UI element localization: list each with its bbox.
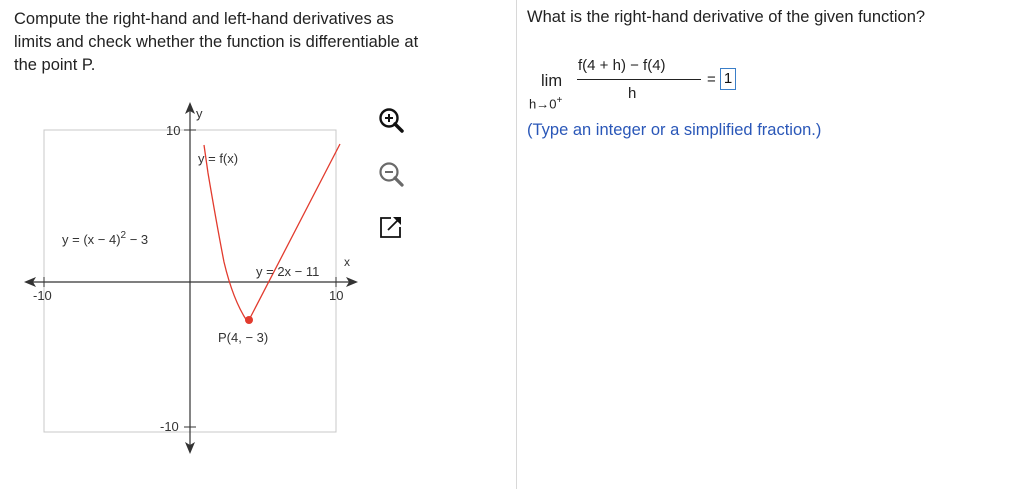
- point-p: [245, 316, 253, 324]
- limit-formula: f(4 + h) − f(4) h lim h→0+ = 1: [527, 50, 927, 120]
- problem-statement: Compute the right-hand and left-hand der…: [14, 8, 509, 77]
- lim-operator: lim: [541, 72, 563, 90]
- lim-subscript-text: h→0: [529, 96, 557, 112]
- left-piece-label: y = (x − 4)2 − 3: [62, 230, 148, 247]
- tick-label-x-neg: -10: [33, 288, 52, 303]
- left-piece-tail: − 3: [126, 232, 148, 247]
- equals-sign: =: [707, 71, 716, 88]
- curve-right-piece: [248, 143, 341, 321]
- tick-label-y-pos: 10: [166, 123, 180, 138]
- problem-line-3: the point P.: [14, 56, 96, 74]
- answer-input[interactable]: 1: [720, 68, 736, 90]
- question-pane: What is the right-hand derivative of the…: [517, 0, 1024, 489]
- tick-label-x-pos: 10: [329, 288, 343, 303]
- zoom-out-icon: [379, 162, 404, 187]
- answer-hint: (Type an integer or a simplified fractio…: [527, 121, 822, 139]
- fraction-denominator: h: [628, 85, 637, 102]
- lim-subscript-sup: +: [556, 95, 563, 106]
- point-label: P(4, − 3): [218, 330, 268, 345]
- fraction-numerator: f(4 + h) − f(4): [578, 57, 666, 74]
- function-graph: 10 -10 -10 10 y x y = f(x) y = (x − 4)2 …: [24, 102, 358, 454]
- left-piece-base: y = (x − 4): [62, 232, 121, 247]
- fraction-bar: [577, 79, 701, 81]
- problem-pane: Compute the right-hand and left-hand der…: [0, 0, 515, 489]
- problem-line-1: Compute the right-hand and left-hand der…: [14, 10, 394, 28]
- y-axis-label: y: [196, 106, 203, 121]
- x-axis-label: x: [344, 255, 350, 269]
- zoom-out-button[interactable]: [376, 160, 406, 190]
- popout-icon: [380, 217, 401, 238]
- right-piece-label: y = 2x − 11: [256, 264, 319, 279]
- zoom-in-button[interactable]: [376, 106, 406, 136]
- function-label: y = f(x): [198, 151, 238, 166]
- lim-subscript: h→0+: [529, 95, 562, 111]
- curve-left-piece: [203, 144, 248, 322]
- tick-label-y-neg: -10: [160, 419, 179, 434]
- zoom-in-icon: [379, 108, 404, 133]
- question-prompt: What is the right-hand derivative of the…: [527, 8, 926, 26]
- popout-button[interactable]: [376, 212, 406, 242]
- problem-line-2: limits and check whether the function is…: [14, 33, 419, 51]
